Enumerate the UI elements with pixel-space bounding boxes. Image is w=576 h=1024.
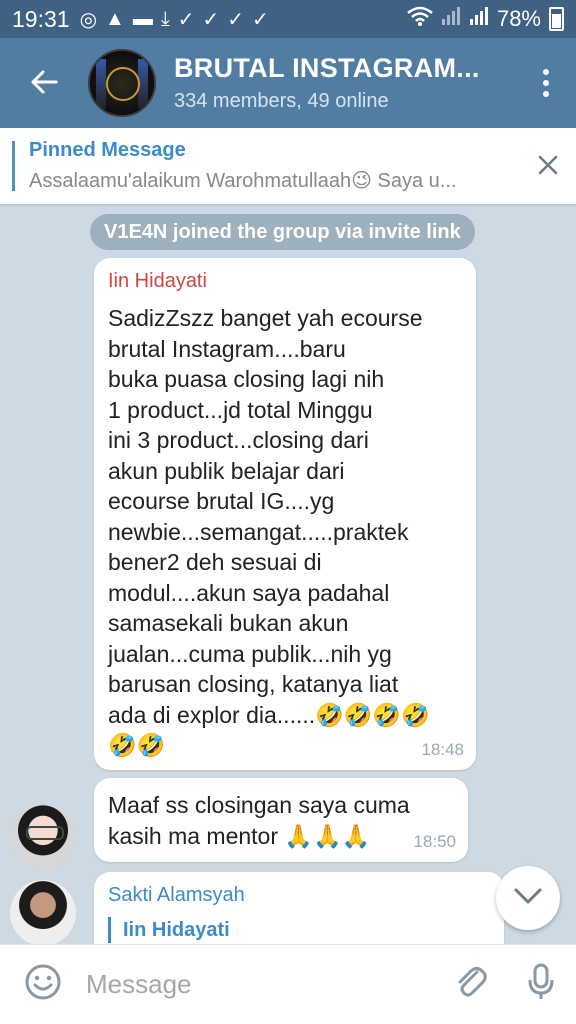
status-bar: 19:31 ◎ ▲ ▬ ⤓ ✓ ✓ ✓ ✓ 78% [0,0,576,38]
battery-percent: 78% [496,6,541,31]
reply-accent-bar [108,917,111,943]
voice-record-button[interactable] [506,945,576,1024]
close-pinned-button[interactable] [520,128,576,204]
message-bubble[interactable]: Iin Hidayati SadizZszz banget yah ecours… [94,258,476,770]
chat-title: BRUTAL INSTAGRAM... [174,53,480,83]
reply-sender: Iin Hidayati [123,918,230,941]
warning-icon: ▲ [105,7,125,30]
message-sender[interactable]: Iin Hidayati [108,270,462,293]
attach-button[interactable] [436,945,506,1024]
pinned-title: Pinned Message [29,139,186,161]
avatar[interactable] [10,804,76,870]
avatar-decoration [96,59,106,109]
status-time: 19:31 [12,5,70,32]
emoji-icon [24,963,62,1006]
message-text: Maaf ss closingan saya cuma kasih ma men… [108,792,410,849]
pinned-accent-bar [12,141,15,191]
pinned-message[interactable]: Pinned Message Assalaamu'alaikum Warohma… [0,128,576,204]
notification-icons: ◎ ▲ ▬ ⤓ ✓ ✓ ✓ ✓ [80,7,269,32]
chat-title-block[interactable]: BRUTAL INSTAGRAM... 334 members, 49 onli… [174,53,516,113]
mic-icon [527,963,555,1006]
chat-header: BRUTAL INSTAGRAM... 334 members, 49 onli… [0,38,576,128]
avatar-decoration [106,67,140,101]
chat-area[interactable]: V1E4N joined the group via invite link I… [0,204,576,944]
scroll-down-button[interactable] [496,866,560,930]
close-icon [538,149,558,183]
check-icon: ✓ [177,8,195,31]
emoji-button[interactable] [0,945,86,1024]
reply-preview[interactable]: Iin Hidayati [108,917,490,943]
more-options-button[interactable] [516,38,576,128]
check-icon: ✓ [251,8,269,31]
more-vert-icon [543,69,549,75]
chevron-down-icon [513,887,543,910]
back-arrow-icon [30,64,58,103]
more-vert-icon [543,91,549,97]
message-bubble[interactable]: Maaf ss closingan saya cuma kasih ma men… [94,778,468,862]
pinned-texts: Pinned Message Assalaamu'alaikum Warohma… [29,139,520,193]
whatsapp-icon: ◎ [79,8,98,31]
message-input[interactable]: Message [86,969,436,1000]
battery-icon [549,7,564,31]
signal-icon [441,6,461,32]
avatar[interactable] [10,880,76,944]
check-icon: ✓ [227,8,244,31]
wifi-icon [407,6,433,32]
signal-icon [469,6,489,32]
attach-icon [453,964,489,1005]
check-icon: ✓ [202,8,220,31]
more-vert-icon [543,80,549,86]
message-sender[interactable]: Sakti Alamsyah [108,884,490,907]
message-time: 18:50 [413,832,456,851]
chat-subtitle: 334 members, 49 online [174,90,389,112]
message-input-bar: Message [0,944,576,1024]
status-right: 78% [407,6,564,32]
service-message: V1E4N joined the group via invite link [90,214,475,250]
message-bubble[interactable]: Sakti Alamsyah Iin Hidayati [94,872,504,944]
group-avatar[interactable] [88,49,156,117]
folder-icon: ▬ [132,7,153,30]
message-time: 18:48 [421,740,464,759]
pinned-preview: Assalaamu'alaikum Warohmatullaah😉 Saya u… [29,170,457,192]
back-button[interactable] [0,38,88,128]
message-text: SadizZszz banget yah ecourse brutal Inst… [108,305,430,758]
download-icon: ⤓ [160,7,170,30]
